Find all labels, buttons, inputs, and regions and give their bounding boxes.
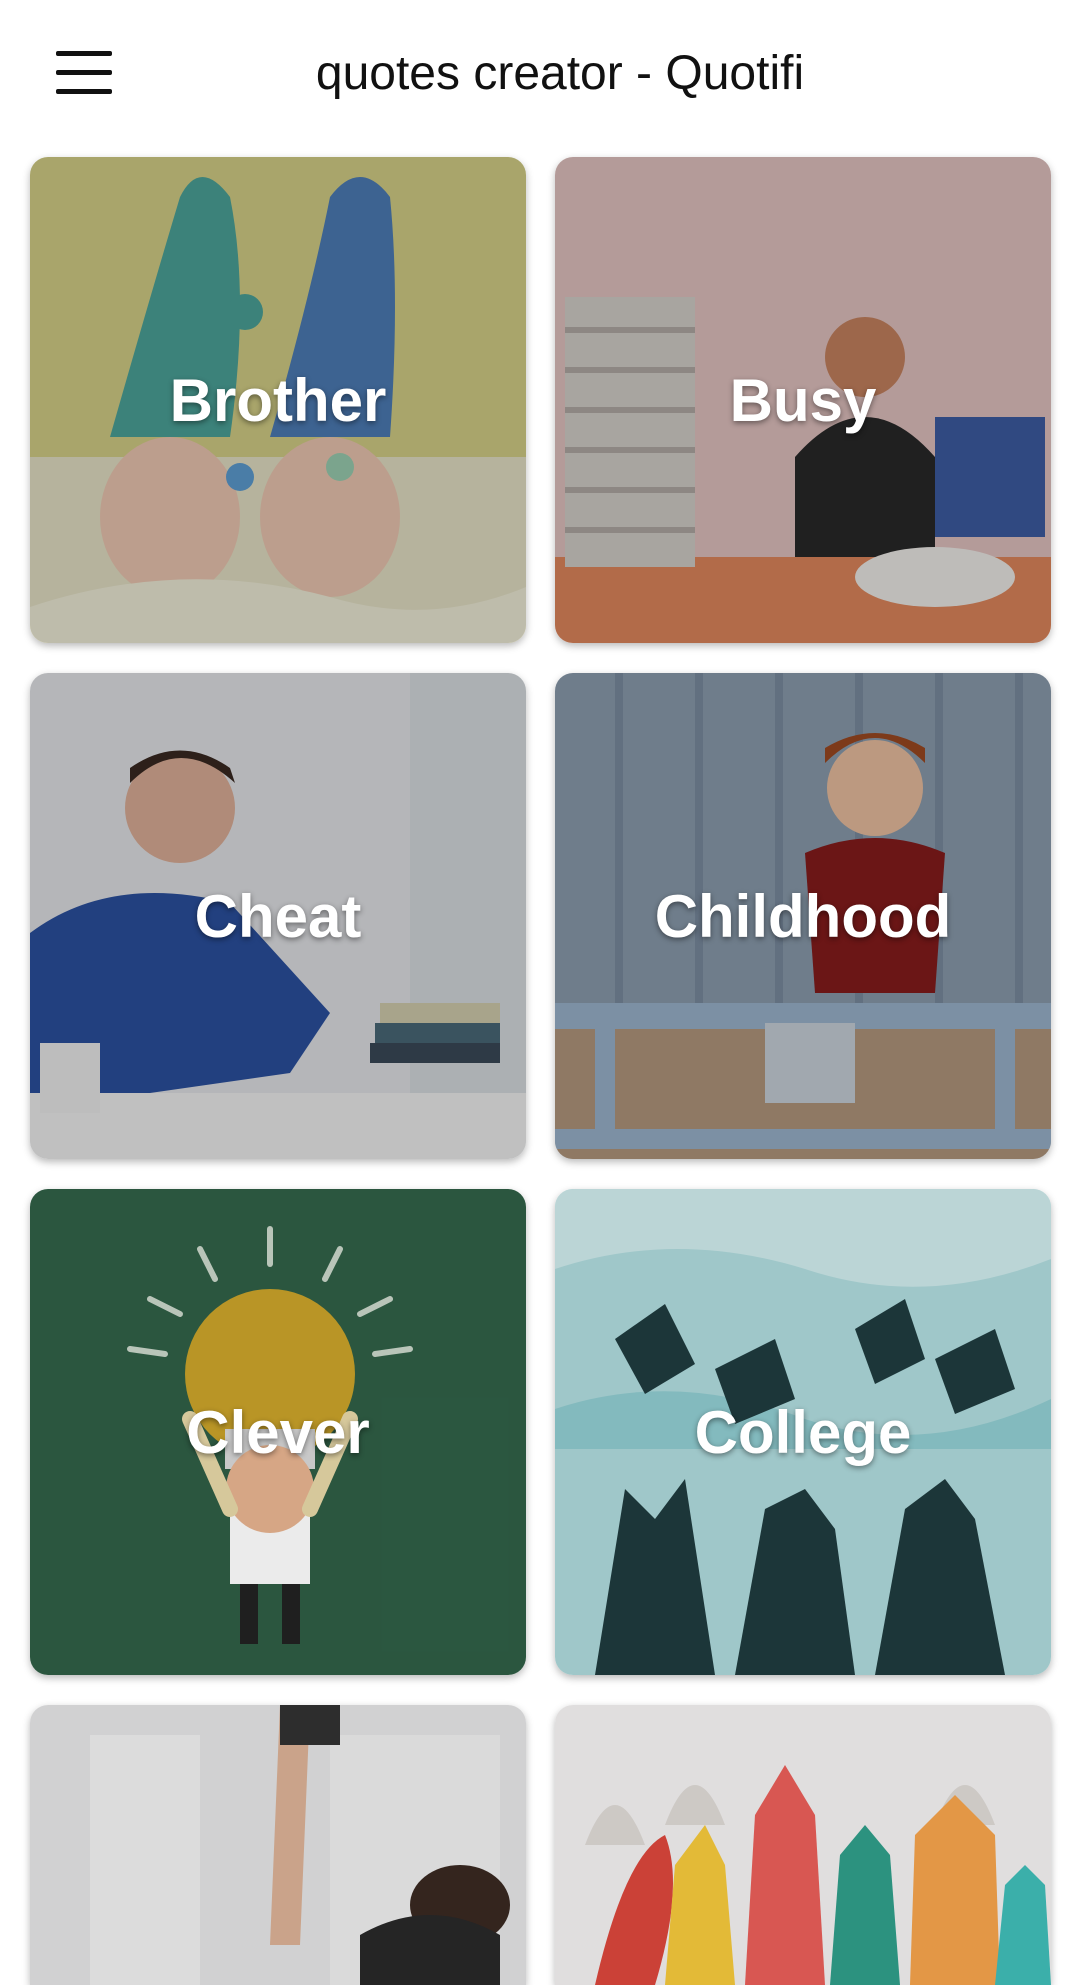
category-card-8[interactable] [555,1705,1051,1985]
category-label: Childhood [654,882,952,950]
category-card-brother[interactable]: Brother [30,157,526,643]
app-bar: quotes creator - Quotifi [0,0,1080,148]
category-card-busy[interactable]: Busy [555,157,1051,643]
category-label: College [694,1398,912,1466]
category-label [30,1705,526,1985]
page-title: quotes creator - Quotifi [315,47,805,100]
category-label: Brother [169,366,387,434]
category-card-college[interactable]: College [555,1189,1051,1675]
category-card-cheat[interactable]: Cheat [30,673,526,1159]
hamburger-menu-icon[interactable] [44,40,124,106]
category-label: Clever [186,1398,370,1466]
category-card-childhood[interactable]: Childhood [555,673,1051,1159]
category-card-7[interactable] [30,1705,526,1985]
category-label [555,1705,1051,1985]
category-card-clever[interactable]: Clever [30,1189,526,1675]
category-label: Busy [729,366,877,434]
category-label: Cheat [194,882,362,950]
